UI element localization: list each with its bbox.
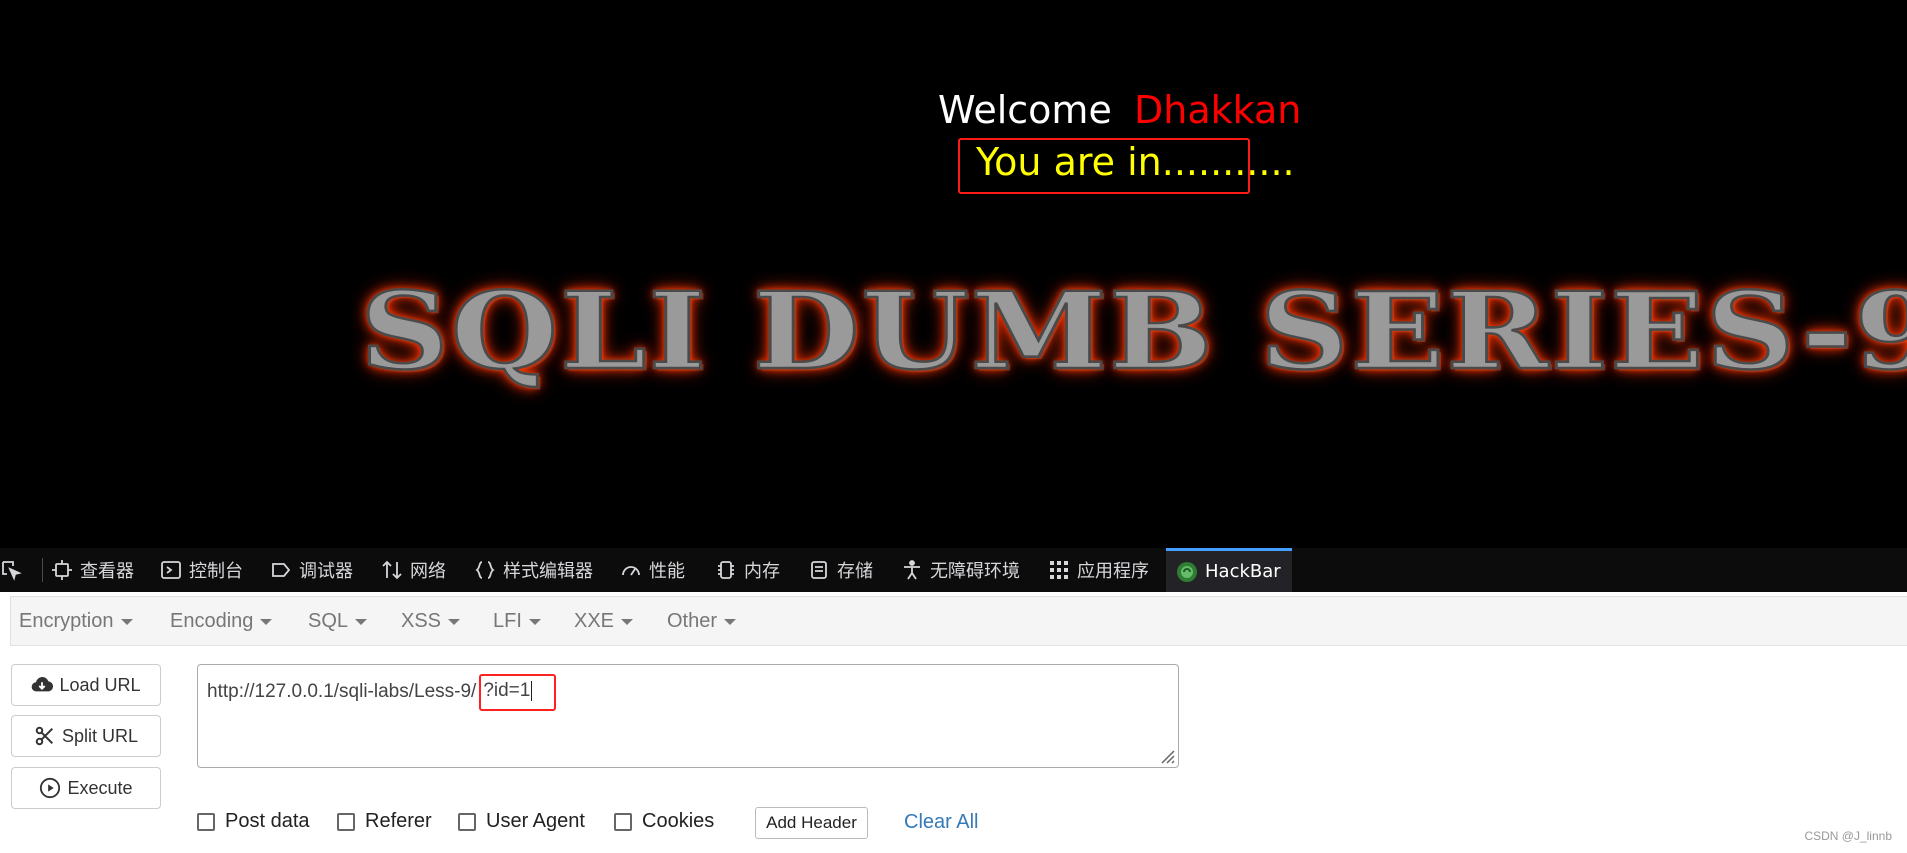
console-icon [161, 561, 181, 579]
tab-performance[interactable]: 性能 [620, 548, 685, 592]
checkbox-box[interactable] [197, 812, 215, 831]
checkbox-box[interactable] [458, 812, 476, 831]
checkbox-box[interactable] [337, 812, 355, 831]
status-box: You are in........... [958, 138, 1295, 194]
tab-memory[interactable]: 内存 [715, 548, 780, 592]
add-header-button[interactable]: Add Header [755, 807, 868, 839]
series-banner: SQLI DUMB SERIES-9 [359, 269, 1907, 395]
url-base: http://127.0.0.1/sqli-labs/Less-9/ [207, 681, 477, 702]
url-textarea[interactable]: http://127.0.0.1/sqli-labs/Less-9/ ?id=1 [197, 664, 1179, 768]
style-editor-icon [475, 561, 495, 579]
text-cursor [531, 680, 533, 701]
caret-down-icon [448, 618, 461, 625]
post-data-checkbox[interactable]: Post data [197, 810, 310, 833]
scissors-icon [35, 726, 54, 746]
toolbar-separator [42, 558, 43, 582]
caret-down-icon [528, 618, 541, 625]
checkbox-box[interactable] [614, 812, 632, 831]
resize-grip-icon[interactable] [1156, 745, 1176, 765]
watermark-text: CSDN @J_linnb [1804, 829, 1892, 843]
tab-console[interactable]: 控制台 [160, 548, 243, 592]
execute-button[interactable]: Execute [11, 767, 161, 809]
menu-xss[interactable]: XSS [401, 597, 461, 645]
hackbar-menubar: Encryption Encoding SQL XSS LFI XXE Othe… [10, 596, 1907, 646]
tab-hackbar[interactable]: HackBar [1166, 548, 1292, 592]
load-url-button[interactable]: Load URL [11, 664, 161, 706]
status-text: You are in........... [976, 140, 1295, 184]
user-agent-checkbox[interactable]: User Agent [458, 810, 585, 833]
cookies-checkbox[interactable]: Cookies [614, 810, 714, 833]
hackbar-icon [1177, 561, 1197, 582]
tab-label: 无障碍环境 [930, 561, 1020, 582]
menu-lfi[interactable]: LFI [493, 597, 541, 645]
tab-label: 查看器 [80, 561, 134, 582]
network-icon [382, 560, 402, 580]
caret-down-icon [120, 618, 133, 625]
tab-inspector[interactable]: 查看器 [51, 548, 134, 592]
welcome-text: Welcome [938, 88, 1112, 132]
menu-xxe[interactable]: XXE [574, 597, 634, 645]
url-query-highlight: ?id=1 [479, 674, 557, 711]
tab-storage[interactable]: 存储 [808, 548, 873, 592]
tab-label: 存储 [837, 561, 873, 582]
cloud-download-icon [32, 677, 54, 692]
memory-icon [718, 561, 734, 579]
application-icon [1050, 561, 1068, 579]
tab-application[interactable]: 应用程序 [1048, 548, 1149, 592]
tab-label: 性能 [649, 561, 685, 582]
tab-network[interactable]: 网络 [381, 548, 446, 592]
referer-checkbox[interactable]: Referer [337, 810, 432, 833]
username-text: Dhakkan [1134, 88, 1302, 132]
debugger-icon [272, 563, 291, 577]
menu-sql[interactable]: SQL [308, 597, 368, 645]
split-url-button[interactable]: Split URL [11, 715, 161, 757]
menu-encoding[interactable]: Encoding [170, 597, 273, 645]
page-viewport: Welcome Dhakkan You are in........... SQ… [0, 0, 1907, 548]
tab-label: 调试器 [299, 561, 353, 582]
inspector-icon [52, 560, 72, 580]
tab-label: 样式编辑器 [503, 561, 593, 582]
tab-label: 网络 [410, 561, 446, 582]
url-query: ?id=1 [483, 680, 531, 701]
caret-down-icon [621, 618, 634, 625]
tab-label: 控制台 [189, 561, 243, 582]
storage-icon [811, 561, 827, 579]
tab-label: 应用程序 [1077, 561, 1149, 582]
tab-debugger[interactable]: 调试器 [270, 548, 353, 592]
performance-icon [622, 566, 640, 576]
play-circle-icon [40, 777, 61, 799]
menu-encryption[interactable]: Encryption [19, 597, 133, 645]
accessibility-icon [904, 560, 920, 580]
tab-style-editor[interactable]: 样式编辑器 [474, 548, 593, 592]
element-picker-icon[interactable] [0, 548, 22, 592]
devtools-toolbar: 查看器 控制台 调试器 网络 样式编辑器 性能 内存 存储 无障碍环境 应用程序… [0, 548, 1907, 592]
hackbar-panel: Encryption Encoding SQL XSS LFI XXE Othe… [0, 592, 1907, 853]
tab-label: HackBar [1205, 561, 1281, 582]
caret-down-icon [355, 618, 368, 625]
caret-down-icon [724, 618, 737, 625]
caret-down-icon [260, 618, 273, 625]
clear-all-link[interactable]: Clear All [904, 811, 978, 834]
menu-other[interactable]: Other [667, 597, 737, 645]
tab-accessibility[interactable]: 无障碍环境 [901, 548, 1020, 592]
tab-label: 内存 [744, 561, 780, 582]
